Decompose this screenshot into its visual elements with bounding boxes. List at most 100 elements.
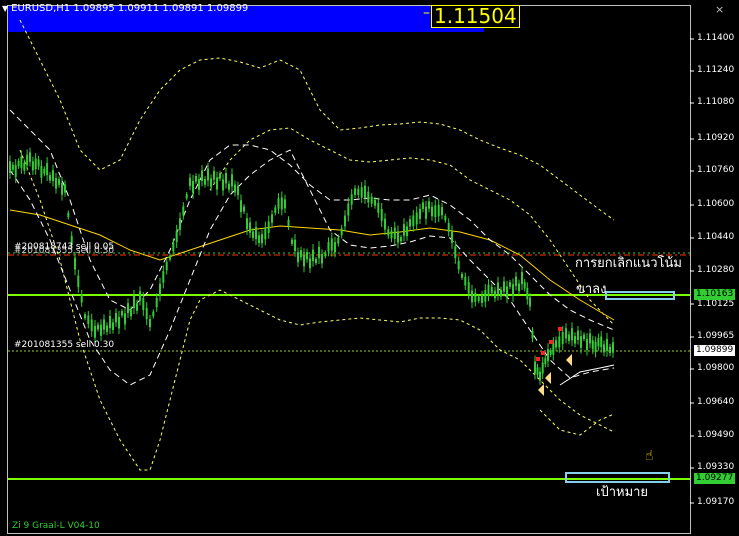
candle-body <box>124 313 126 325</box>
candle-body <box>277 198 280 209</box>
candle-body <box>175 230 178 243</box>
candle-body <box>121 311 123 316</box>
candle-body <box>406 226 408 236</box>
axis-tick-label: 1.10600 <box>697 199 735 209</box>
candle-body <box>415 212 418 225</box>
candle-body <box>261 234 263 244</box>
candle-body <box>294 239 296 252</box>
candle-body <box>451 231 453 243</box>
candle-body <box>31 161 34 171</box>
candle-body <box>145 308 148 320</box>
candle-body <box>133 296 135 308</box>
candle-body <box>334 242 336 253</box>
candle-body <box>324 252 327 257</box>
candle-body <box>297 252 299 263</box>
candle-body <box>390 230 393 239</box>
candle-body <box>350 194 353 205</box>
order-label-lower[interactable]: #201081355 sell 0.30 <box>14 341 114 350</box>
candle-body <box>321 254 323 264</box>
candle-body <box>561 332 564 344</box>
axis-tick-label: 1.09965 <box>697 331 735 341</box>
symbol-info-text: EURUSD,H1 1.09895 1.09911 1.09891 1.0989… <box>11 3 249 14</box>
candle-body <box>155 298 158 308</box>
candle-body <box>327 242 330 252</box>
candle-body <box>340 228 343 236</box>
upper-level-price-tag: 1.10163 <box>694 289 736 300</box>
candle-body <box>87 315 90 325</box>
candle-body <box>195 176 197 182</box>
candle-body <box>306 252 308 260</box>
candle-body <box>103 319 105 330</box>
axis-tick-label: 1.10760 <box>697 165 735 175</box>
candle-body <box>228 183 230 190</box>
candle-body <box>252 231 254 238</box>
candle-body <box>457 260 460 270</box>
candle-body <box>189 177 191 187</box>
candle-body <box>213 170 215 180</box>
candle-body <box>425 206 427 219</box>
candle-body <box>315 259 317 264</box>
candle-body <box>360 187 363 198</box>
candle-body <box>454 246 457 258</box>
candle-body <box>162 271 165 283</box>
axis-tick-label: 1.09800 <box>697 363 735 373</box>
candle-body <box>412 215 415 227</box>
candle-body <box>84 314 86 319</box>
candle-body <box>80 294 83 303</box>
candle-body <box>419 208 421 219</box>
axis-tick-label: 1.09640 <box>697 397 735 407</box>
minimize-button[interactable]: – <box>423 6 430 20</box>
candle-body <box>447 222 450 232</box>
candle-body <box>374 199 376 206</box>
candle-body <box>518 283 520 292</box>
candle-body <box>437 204 440 217</box>
candle-body <box>467 282 470 294</box>
target-annotation: เป้าหมาย <box>596 485 649 500</box>
candle-body <box>9 161 11 173</box>
candle-body <box>249 222 251 233</box>
candle-body <box>118 316 120 329</box>
sell-marker <box>549 340 553 344</box>
sell-marker <box>558 327 562 331</box>
candle-body <box>198 179 200 190</box>
candle-body <box>139 291 141 301</box>
order-label-upper-b[interactable]: #201081355 sell 0.30 <box>14 247 114 256</box>
target-level-price-tag: 1.09277 <box>694 473 736 484</box>
candle-body <box>606 338 608 351</box>
candle-body <box>318 246 320 259</box>
candle-body <box>165 261 168 271</box>
dropdown-triangle-icon[interactable]: ▼ <box>2 4 8 13</box>
candle-body <box>20 156 23 168</box>
candle-body <box>77 275 80 288</box>
candle-body <box>201 170 203 181</box>
candle-body <box>484 290 487 302</box>
candle-body <box>287 219 290 227</box>
candle-body <box>364 185 366 198</box>
candle-body <box>541 362 544 374</box>
candle-body <box>600 336 603 348</box>
candle-body <box>267 221 270 233</box>
candle-body <box>303 254 305 267</box>
candle-body <box>377 202 380 213</box>
candle-body <box>555 340 557 348</box>
current-price-big: 1.11504 <box>431 5 520 28</box>
candle-body <box>583 334 585 340</box>
target-zone-box[interactable] <box>565 472 670 483</box>
candle-body <box>536 367 539 375</box>
candle-body <box>94 325 96 338</box>
candle-body <box>55 178 57 189</box>
candle-body <box>142 298 145 310</box>
chart-window[interactable]: ▼ EURUSD,H1 1.09895 1.09911 1.09891 1.098… <box>0 0 739 536</box>
candle-body <box>544 357 547 365</box>
candle-body <box>258 235 260 243</box>
candle-body <box>23 163 26 171</box>
candle-body <box>506 286 508 298</box>
candle-body <box>347 203 350 216</box>
candle-body <box>571 328 573 341</box>
candle-body <box>64 184 66 193</box>
candle-body <box>487 284 490 296</box>
candle-body <box>234 184 236 193</box>
lower-outer-band <box>19 149 615 471</box>
close-icon[interactable]: × <box>715 4 724 15</box>
candle-body <box>67 212 70 218</box>
